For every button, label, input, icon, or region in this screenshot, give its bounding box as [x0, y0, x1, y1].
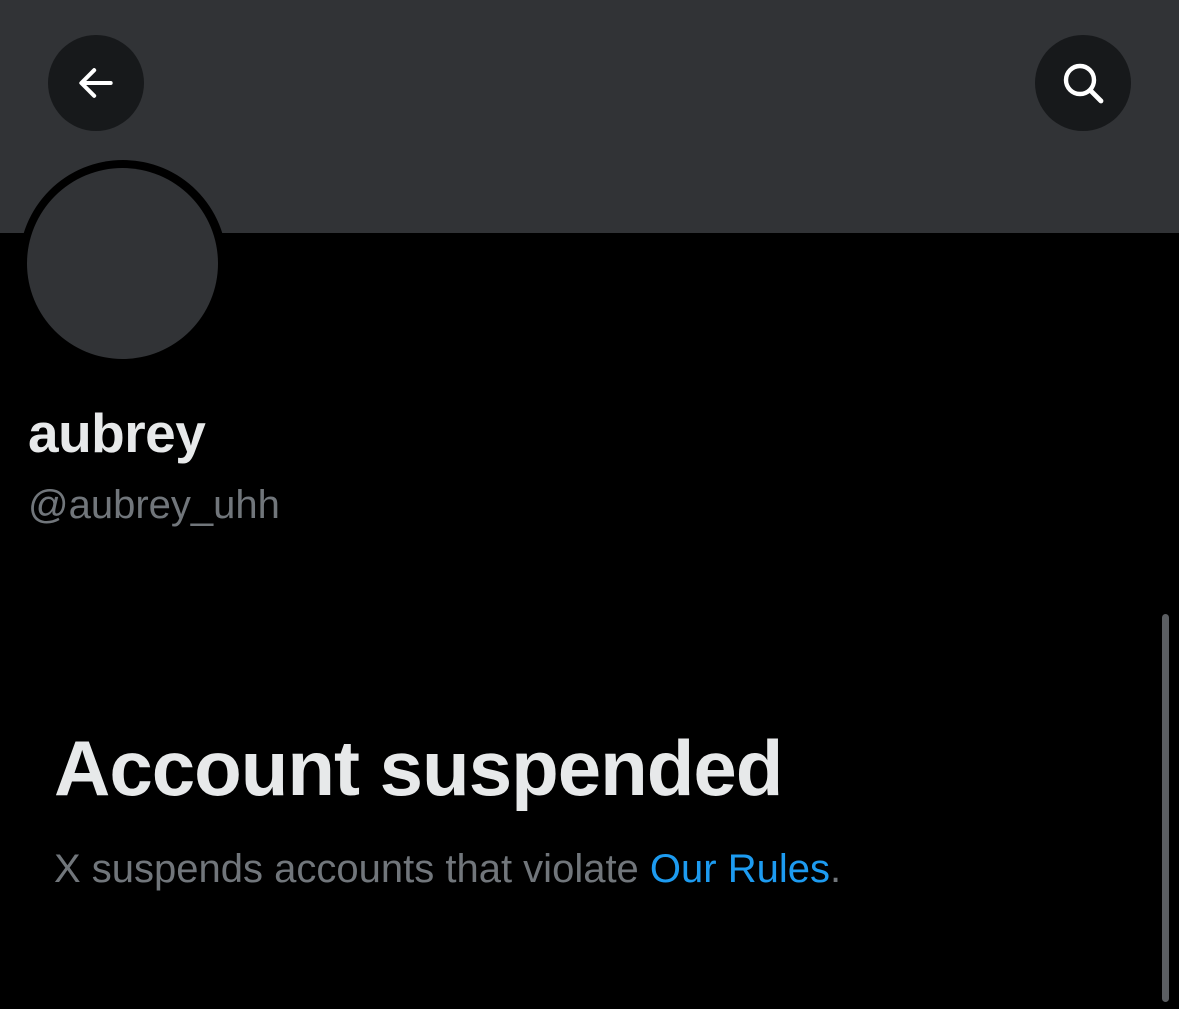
scrollbar[interactable] — [1162, 614, 1169, 1002]
user-handle: @aubrey_uhh — [28, 483, 280, 527]
suspended-description-period: . — [829, 847, 842, 891]
search-icon — [1063, 63, 1104, 104]
arrow-left-icon — [79, 68, 113, 98]
display-name: aubrey — [28, 402, 206, 464]
avatar[interactable] — [27, 168, 218, 359]
suspended-description: X suspends accounts that violate Our Rul… — [54, 843, 841, 895]
suspended-description-text: X suspends accounts that violate — [54, 847, 650, 891]
search-button[interactable] — [1035, 35, 1131, 131]
suspended-title: Account suspended — [54, 724, 783, 812]
back-button[interactable] — [48, 35, 144, 131]
our-rules-link[interactable]: Our Rules — [650, 847, 830, 891]
